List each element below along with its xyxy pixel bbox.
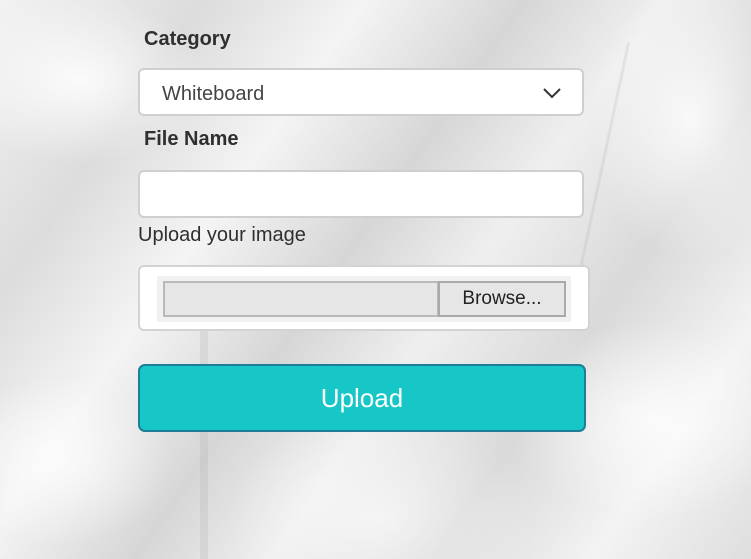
- upload-prompt-label: Upload your image: [138, 224, 306, 246]
- category-label: Category: [144, 28, 231, 50]
- category-select[interactable]: Whiteboard: [138, 68, 584, 116]
- browse-button[interactable]: Browse...: [438, 281, 566, 317]
- filename-label: File Name: [144, 128, 239, 150]
- file-picker: Browse...: [157, 276, 571, 322]
- filename-input[interactable]: [138, 170, 584, 218]
- category-selected-value: Whiteboard: [162, 83, 265, 105]
- chevron-down-icon: [543, 88, 561, 99]
- upload-button[interactable]: Upload: [138, 364, 586, 432]
- file-picker-container: Browse...: [138, 265, 590, 331]
- file-path-field[interactable]: [163, 281, 439, 317]
